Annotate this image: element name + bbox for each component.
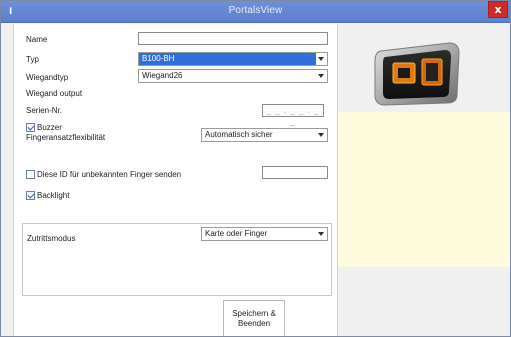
wiegand-type-label: Wiegandtyp [26,73,69,82]
name-label: Name [26,35,48,44]
title-bar[interactable]: I PortalsView x [1,1,510,23]
finger-flex-select-value: Automatisch sicher [205,130,273,139]
type-select[interactable]: B100-BH [138,52,328,66]
backlight-checkbox[interactable] [26,191,35,200]
window-title: PortalsView [228,5,283,16]
serial-label: Serien-Nr. [26,106,63,115]
buzzer-label: Buzzer [37,123,62,132]
info-panel [338,112,510,267]
access-mode-select[interactable]: Karte oder Finger [201,227,328,241]
backlight-label: Backlight [37,191,70,200]
close-button[interactable]: x [488,1,508,18]
name-input[interactable] [138,32,328,45]
access-mode-label: Zutrittsmodus [27,234,76,243]
device-settings-form: Name Typ B100-BH Wiegandtyp Wiegand26 Wi… [13,24,338,336]
chevron-down-icon [318,57,324,61]
wiegand-output-label: Wiegand output [26,89,83,98]
finger-flex-select[interactable]: Automatisch sicher [201,128,328,142]
unknown-finger-checkbox[interactable] [26,170,35,179]
fingerprint-reader-image [369,37,465,109]
unknown-finger-id-input[interactable] [262,166,328,179]
finger-flex-label: Fingeransatzflexibilität [26,133,106,142]
type-label: Typ [26,55,39,64]
access-mode-select-value: Karte oder Finger [205,229,268,238]
wiegand-type-select[interactable]: Wiegand26 [138,69,328,83]
chevron-down-icon [318,74,324,78]
chevron-down-icon [318,232,324,236]
portals-view-window: I PortalsView x Name Typ B100-BH Wiegand… [0,0,511,337]
unknown-finger-label: Diese ID für unbekannten Finger senden [37,170,182,179]
chevron-down-icon [318,133,324,137]
wiegand-type-select-value: Wiegand26 [142,71,183,80]
save-and-close-button[interactable]: Speichern & Beenden [223,300,285,336]
access-mode-group: Zutrittsmodus Karte oder Finger [22,223,332,296]
type-select-value: B100-BH [142,54,175,63]
buzzer-checkbox[interactable] [26,123,35,132]
serial-number-input[interactable]: _ _ . _ _ . _ _ [262,104,324,126]
